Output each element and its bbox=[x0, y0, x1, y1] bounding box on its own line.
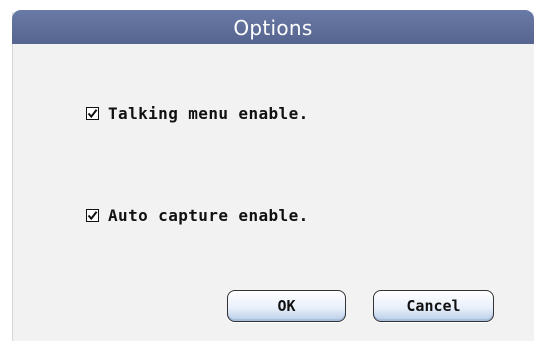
talking-menu-label: Talking menu enable. bbox=[108, 104, 309, 123]
option-talking-menu[interactable]: Talking menu enable. bbox=[86, 104, 309, 123]
options-dialog: Options Talking menu enable. Auto captur… bbox=[0, 0, 534, 341]
cancel-button[interactable]: Cancel bbox=[373, 290, 494, 322]
auto-capture-label: Auto capture enable. bbox=[108, 206, 309, 225]
ok-button[interactable]: OK bbox=[227, 290, 346, 322]
talking-menu-checkbox[interactable] bbox=[86, 107, 99, 120]
dialog-title: Options bbox=[233, 16, 313, 40]
title-bar: Options bbox=[12, 10, 534, 44]
option-auto-capture[interactable]: Auto capture enable. bbox=[86, 206, 309, 225]
auto-capture-checkbox[interactable] bbox=[86, 209, 99, 222]
checkmark-icon bbox=[87, 109, 98, 119]
checkmark-icon bbox=[87, 211, 98, 221]
